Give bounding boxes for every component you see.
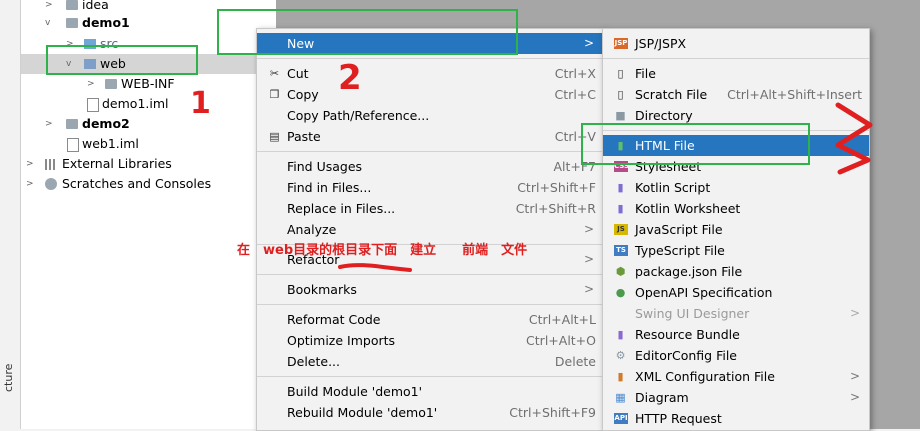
arrow-pointer-icon bbox=[835, 102, 873, 175]
annotation-strokes bbox=[338, 102, 873, 272]
underline-stroke bbox=[338, 263, 412, 272]
